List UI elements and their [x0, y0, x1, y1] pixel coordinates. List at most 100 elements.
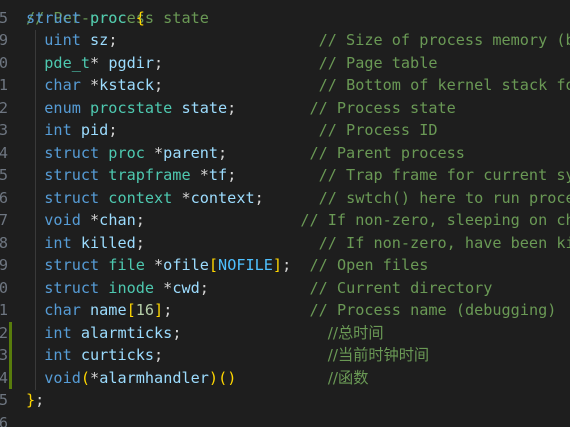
- code-token: // Process name (debugging): [309, 301, 557, 319]
- code-token: struct: [26, 188, 109, 207]
- code-line[interactable]: 9 struct file *ofile[NOFILE]; // Open fi…: [0, 254, 570, 277]
- code-token: // Page table: [318, 53, 438, 72]
- code-lines[interactable]: 5 struct proc {9 uint sz; // Size of proc…: [0, 7, 570, 427]
- code-token: struct: [26, 8, 91, 27]
- code-token: context: [108, 188, 182, 207]
- line-text: void(*alarmhandler)() //函数: [26, 367, 368, 390]
- code-token: *: [154, 256, 164, 274]
- line-text: char name[16]; // Process name (debuggin…: [26, 299, 556, 322]
- code-token: pid: [80, 121, 109, 139]
- line-number: 5: [0, 166, 8, 184]
- code-line[interactable]: 4 struct proc *parent; // Parent process: [0, 142, 570, 165]
- code-token: *: [154, 143, 164, 162]
- code-token: trapframe: [108, 166, 200, 184]
- modified-line-indicator: [9, 321, 12, 344]
- code-line[interactable]: 4 void(*alarmhandler)() //函数: [0, 366, 570, 390]
- code-line[interactable]: 0 struct inode *cwd; // Current director…: [0, 277, 570, 300]
- line-text: int curticks; //当前时钟时间: [26, 344, 429, 367]
- line-text: char *kstack; // Bottom of kernel stack …: [26, 74, 570, 97]
- code-token: ;: [108, 31, 319, 49]
- code-token: ;: [282, 256, 310, 274]
- line-number: 9: [0, 31, 8, 49]
- code-token: ]: [154, 301, 164, 319]
- code-line[interactable]: 5 struct trapframe *tf; // Trap frame fo…: [0, 164, 570, 187]
- code-line[interactable]: 8 int killed; // If non-zero, have been …: [0, 232, 570, 255]
- line-number: 7: [0, 211, 8, 229]
- code-token: int: [26, 323, 81, 342]
- code-area[interactable]: // Per-process state 5 struct proc {9 uin…: [0, 0, 570, 427]
- code-token: killed: [80, 233, 136, 252]
- code-line[interactable]: 3 int curticks; //当前时钟时间: [0, 344, 570, 367]
- code-token: pde_t: [26, 53, 91, 72]
- code-editor[interactable]: // Per-process state 5 struct proc {9 uin…: [0, 0, 570, 427]
- code-token: // Open files: [309, 256, 429, 274]
- code-token: struct: [26, 166, 109, 184]
- line-text: int pid; // Process ID: [26, 119, 437, 142]
- line-text: enum procstate state; // Process state: [26, 97, 456, 120]
- line-text: uint sz; // Size of process memory (byte…: [26, 29, 570, 52]
- code-token: inode: [108, 278, 164, 297]
- code-token: int: [26, 121, 81, 139]
- code-token: enum: [26, 98, 91, 117]
- modified-line-indicator: [9, 366, 12, 389]
- line-number: 4: [0, 143, 8, 162]
- code-token: alarmhandler: [99, 368, 209, 387]
- code-token: ): [227, 368, 237, 387]
- code-line[interactable]: 6: [0, 412, 570, 427]
- code-token: }: [26, 391, 36, 409]
- code-token: cwd: [172, 278, 200, 297]
- code-line[interactable]: 2 enum procstate state; // Process state: [0, 97, 570, 120]
- line-text: struct inode *cwd; // Current directory: [26, 277, 492, 300]
- line-text: int alarmticks; //总时间: [26, 322, 384, 345]
- code-token: //当前时钟时间: [327, 346, 430, 364]
- line-text: void *chan; // If non-zero, sleeping on …: [26, 209, 570, 232]
- code-token: int: [26, 346, 81, 364]
- line-number: 2: [0, 98, 8, 117]
- code-token: struct: [26, 256, 109, 274]
- code-line[interactable]: 5};: [0, 389, 570, 412]
- line-number: 6: [0, 413, 8, 427]
- code-token: //总时间: [327, 323, 384, 342]
- code-token: *: [90, 76, 100, 94]
- code-token: *: [199, 166, 209, 184]
- modified-line-indicator: [9, 344, 12, 367]
- code-token: ;: [163, 301, 310, 319]
- code-line[interactable]: 7 void *chan; // If non-zero, sleeping o…: [0, 209, 570, 232]
- code-token: [: [208, 256, 219, 274]
- code-token: sz: [90, 31, 109, 49]
- code-token: *: [163, 278, 173, 297]
- code-token: *: [90, 53, 109, 72]
- code-token: proc: [108, 143, 155, 162]
- code-token: // If non-zero, sleeping on chan: [300, 211, 570, 229]
- code-line[interactable]: 6 struct context *context; // swtch() he…: [0, 187, 570, 210]
- line-text: struct context *context; // swtch() here…: [26, 187, 570, 210]
- code-token: char: [26, 301, 91, 319]
- code-token: int: [26, 233, 81, 252]
- code-line[interactable]: 9 uint sz; // Size of process memory (by…: [0, 29, 570, 52]
- code-token: ;: [218, 143, 310, 162]
- code-line[interactable]: 1 char *kstack; // Bottom of kernel stac…: [0, 74, 570, 97]
- line-number: 0: [0, 278, 8, 297]
- code-token: NOFILE: [218, 256, 273, 274]
- code-token: // Size of process memory (bytes): [318, 31, 570, 49]
- code-line[interactable]: 1 char name[16]; // Process name (debugg…: [0, 299, 570, 322]
- code-token: struct: [26, 278, 109, 297]
- code-token: ;: [135, 211, 301, 229]
- code-line[interactable]: 0 pde_t* pgdir; // Page table: [0, 52, 570, 75]
- code-token: //函数: [327, 368, 369, 387]
- code-token: ;: [154, 346, 328, 364]
- line-text: struct file *ofile[NOFILE]; // Open file…: [26, 254, 428, 277]
- code-token: curticks: [80, 346, 155, 364]
- code-line[interactable]: 3 int pid; // Process ID: [0, 119, 570, 142]
- line-text: pde_t* pgdir; // Page table: [26, 52, 438, 75]
- code-line[interactable]: 5 struct proc {: [0, 7, 570, 30]
- line-text: int killed; // If non-zero, have been ki…: [26, 232, 570, 255]
- code-token: *: [181, 188, 191, 207]
- code-token: // Current directory: [309, 278, 493, 297]
- code-token: uint: [26, 31, 91, 49]
- code-token: proc: [90, 8, 136, 27]
- code-token: ;: [172, 323, 328, 342]
- code-line[interactable]: 2 int alarmticks; //总时间: [0, 321, 570, 345]
- line-number: 1: [0, 301, 8, 319]
